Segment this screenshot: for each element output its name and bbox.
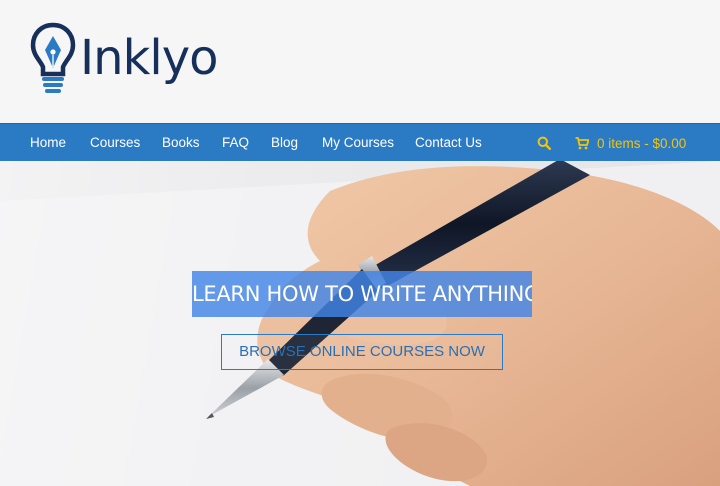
main-nav: Home Courses Books FAQ Blog My Courses C…	[0, 123, 720, 161]
nav-home[interactable]: Home	[30, 124, 66, 162]
nav-books[interactable]: Books	[162, 124, 200, 162]
hero-headline: LEARN HOW TO WRITE ANYTHING	[192, 271, 532, 317]
nav-courses[interactable]: Courses	[90, 124, 140, 162]
cart-summary: 0 items - $0.00	[597, 135, 687, 151]
hero-banner: LEARN HOW TO WRITE ANYTHING BROWSE ONLIN…	[0, 161, 720, 486]
nav-blog[interactable]: Blog	[271, 124, 298, 162]
cart-icon	[575, 136, 589, 149]
search-icon[interactable]	[537, 136, 552, 151]
cart-link[interactable]: 0 items - $0.00	[575, 124, 686, 162]
browse-courses-button[interactable]: BROWSE ONLINE COURSES NOW	[221, 334, 503, 370]
nav-contact-us[interactable]: Contact Us	[415, 124, 482, 162]
site-logo[interactable]: Inklyo	[30, 20, 218, 96]
nav-faq[interactable]: FAQ	[222, 124, 249, 162]
site-header: Inklyo	[0, 0, 720, 123]
lightbulb-pen-icon	[30, 22, 76, 94]
nav-my-courses[interactable]: My Courses	[322, 124, 394, 162]
brand-name: Inklyo	[80, 30, 218, 86]
hand-writing-image	[0, 161, 720, 486]
